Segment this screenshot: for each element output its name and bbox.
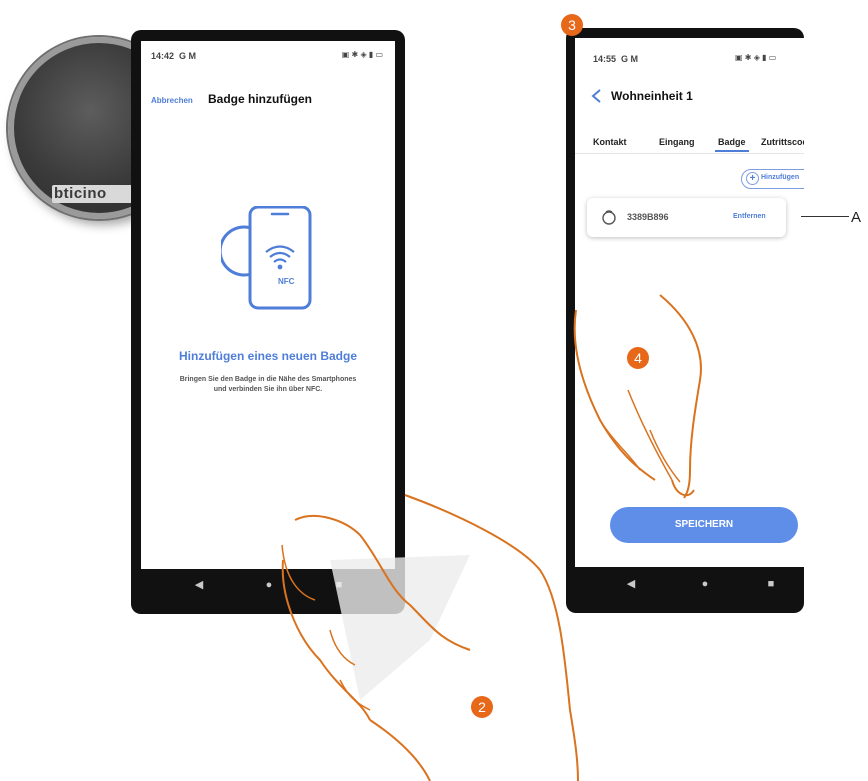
step-2-marker: 2 [471,696,493,718]
hand-illustrations [281,294,702,781]
step-4-marker: 4 [627,347,649,369]
step-3-marker: 3 [561,14,583,36]
